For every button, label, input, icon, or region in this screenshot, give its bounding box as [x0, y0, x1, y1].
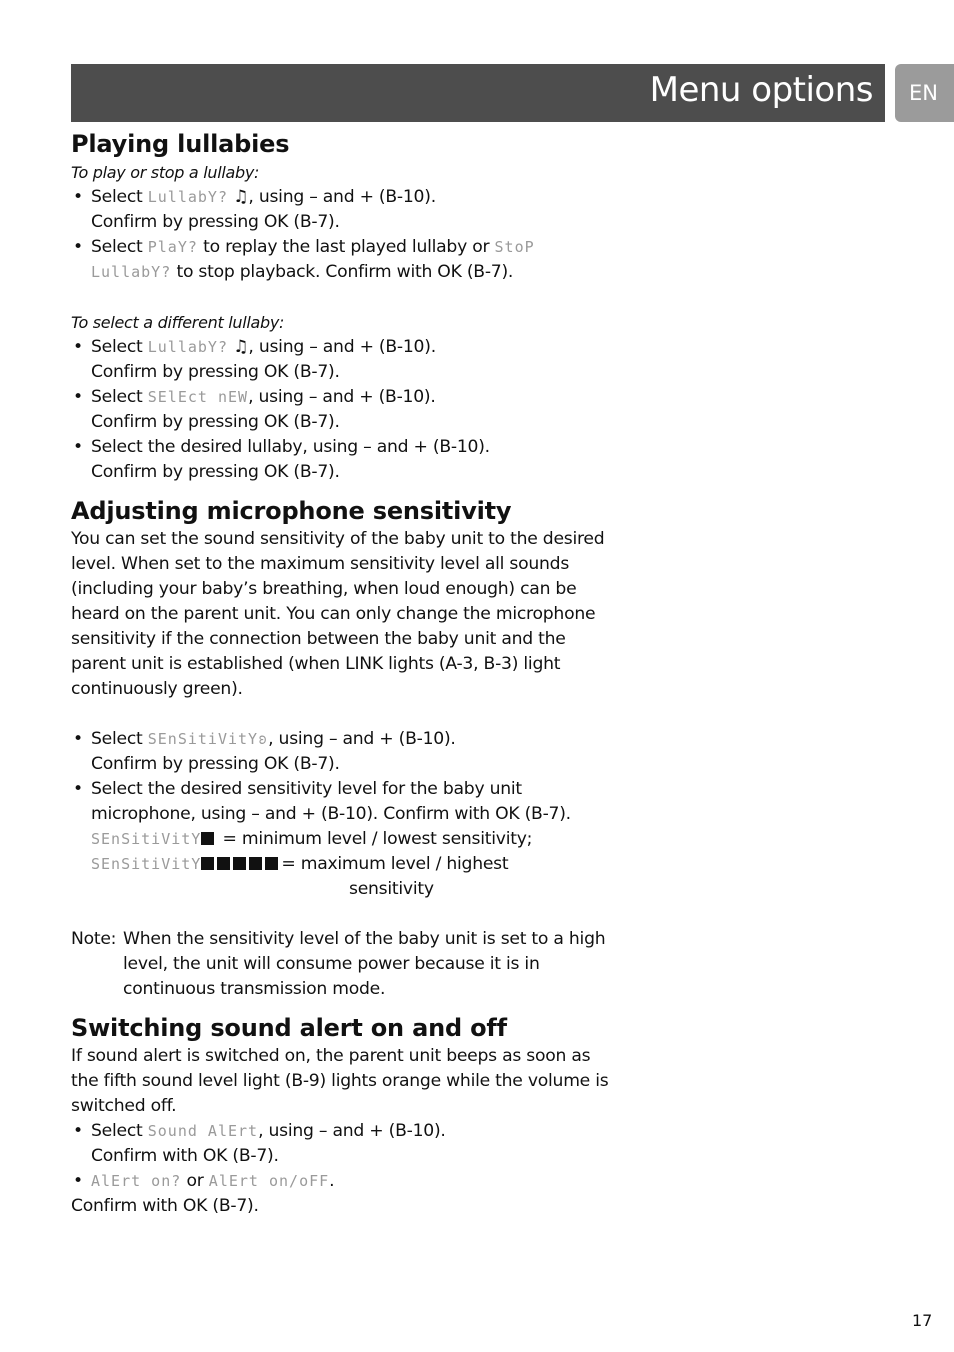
heading-playing-lullabies: Playing lullabies — [71, 130, 290, 158]
music-note-icon: ♫ — [233, 337, 249, 357]
list-item: Select SElEct nEW, using – and + (B-10).… — [71, 385, 616, 435]
text: to replay the last played lullaby or — [197, 237, 495, 257]
level-square-icon — [201, 857, 215, 870]
text: sensitivity — [349, 879, 434, 899]
list-item: Select LullabY? ♫, using – and + (B-10).… — [71, 335, 616, 385]
list-item: Select Sound AlErt, using – and + (B-10)… — [71, 1119, 616, 1169]
note-text: When the sensitivity level of the baby u… — [123, 929, 606, 999]
list-item: Select SEnSitiVitYʚ, using – and + (B-10… — [71, 727, 616, 777]
text: = minimum level / lowest sensitivity; — [217, 829, 533, 849]
page-number: 17 — [912, 1311, 933, 1330]
text: Select — [91, 187, 148, 207]
lcd-text: AlErt on/oFF — [208, 1172, 330, 1190]
list-item: Select the desired lullaby, using – and … — [71, 435, 616, 485]
text: Confirm by pressing OK (B-7). — [91, 362, 340, 382]
text: or — [181, 1171, 209, 1191]
page-title: Menu options — [649, 70, 874, 110]
alert-paragraph: If sound alert is switched on, the paren… — [71, 1046, 609, 1116]
text: Select the desired sensitivity level for… — [91, 779, 522, 799]
note: Note: When the sensitivity level of the … — [71, 927, 616, 1002]
text: Select — [91, 729, 148, 749]
text: , using – and + (B-10). — [248, 387, 436, 407]
list-item: Select LullabY? ♫, using – and + (B-10).… — [71, 185, 616, 235]
text: Confirm with OK (B-7). — [91, 1146, 279, 1166]
heading-microphone-sensitivity: Adjusting microphone sensitivity — [71, 497, 512, 525]
text: . — [329, 1171, 335, 1191]
text: Select — [91, 337, 148, 357]
text: Select — [91, 237, 148, 257]
lcd-text: SEnSitiVitY — [91, 855, 202, 873]
language-tab: EN — [895, 64, 954, 122]
lcd-text: PlaY? — [147, 238, 198, 256]
ear-icon: ʚ — [258, 730, 269, 748]
level-square-icon — [201, 832, 215, 845]
lcd-text: StoP — [494, 238, 535, 256]
text: Confirm by pressing OK (B-7). — [91, 212, 340, 232]
level-square-icon — [265, 857, 279, 870]
text: Select the desired lullaby, using – and … — [91, 437, 490, 457]
lcd-text: LullabY? — [91, 263, 172, 281]
lcd-text: LullabY? — [147, 338, 228, 356]
text: , using – and + (B-10). — [248, 337, 436, 357]
text: , using – and + (B-10). — [268, 729, 456, 749]
list-alert: Select Sound AlErt, using – and + (B-10)… — [71, 1119, 616, 1194]
lcd-text: Sound AlErt — [147, 1122, 259, 1140]
alert-confirm: Confirm with OK (B-7). — [71, 1196, 259, 1216]
heading-sound-alert: Switching sound alert on and off — [71, 1014, 507, 1042]
page-content: Playing lullabies To play or stop a lull… — [71, 128, 616, 1219]
list-item: Select PlaY? to replay the last played l… — [71, 235, 616, 285]
list-select-different: Select LullabY? ♫, using – and + (B-10).… — [71, 335, 616, 485]
text: Select — [91, 387, 148, 407]
level-square-icon — [233, 857, 247, 870]
text: Confirm by pressing OK (B-7). — [91, 412, 340, 432]
text: Select — [91, 1121, 148, 1141]
lcd-text: SEnSitiVitY — [91, 830, 202, 848]
level-indicator-max — [201, 854, 281, 874]
note-label: Note: — [71, 929, 117, 949]
text: Confirm by pressing OK (B-7). — [91, 754, 340, 774]
lcd-text: SEnSitiVitY — [147, 730, 259, 748]
music-note-icon: ♫ — [233, 187, 249, 207]
text: = maximum level / highest — [281, 854, 509, 874]
header-bar: Menu options — [71, 64, 885, 122]
text: microphone, using – and + (B-10). Confir… — [91, 804, 571, 824]
text: , using – and + (B-10). — [248, 187, 436, 207]
microphone-paragraph: You can set the sound sensitivity of the… — [71, 529, 605, 699]
subheading-play-stop: To play or stop a lullaby: — [71, 163, 260, 182]
text: to stop playback. Confirm with OK (B-7). — [171, 262, 514, 282]
subheading-select-different: To select a different lullaby: — [71, 313, 285, 332]
lcd-text: LullabY? — [147, 188, 228, 206]
lcd-text: AlErt on? — [91, 1172, 182, 1190]
list-item: Select the desired sensitivity level for… — [71, 777, 616, 902]
text: , using – and + (B-10). — [258, 1121, 446, 1141]
list-item: AlErt on? or AlErt on/oFF. — [71, 1169, 616, 1194]
level-square-icon — [249, 857, 263, 870]
text: Confirm by pressing OK (B-7). — [91, 462, 340, 482]
list-play-stop: Select LullabY? ♫, using – and + (B-10).… — [71, 185, 616, 285]
lcd-text: SElEct nEW — [147, 388, 249, 406]
level-indicator-min — [201, 829, 217, 849]
list-microphone: Select SEnSitiVitYʚ, using – and + (B-10… — [71, 727, 616, 902]
level-square-icon — [217, 857, 231, 870]
